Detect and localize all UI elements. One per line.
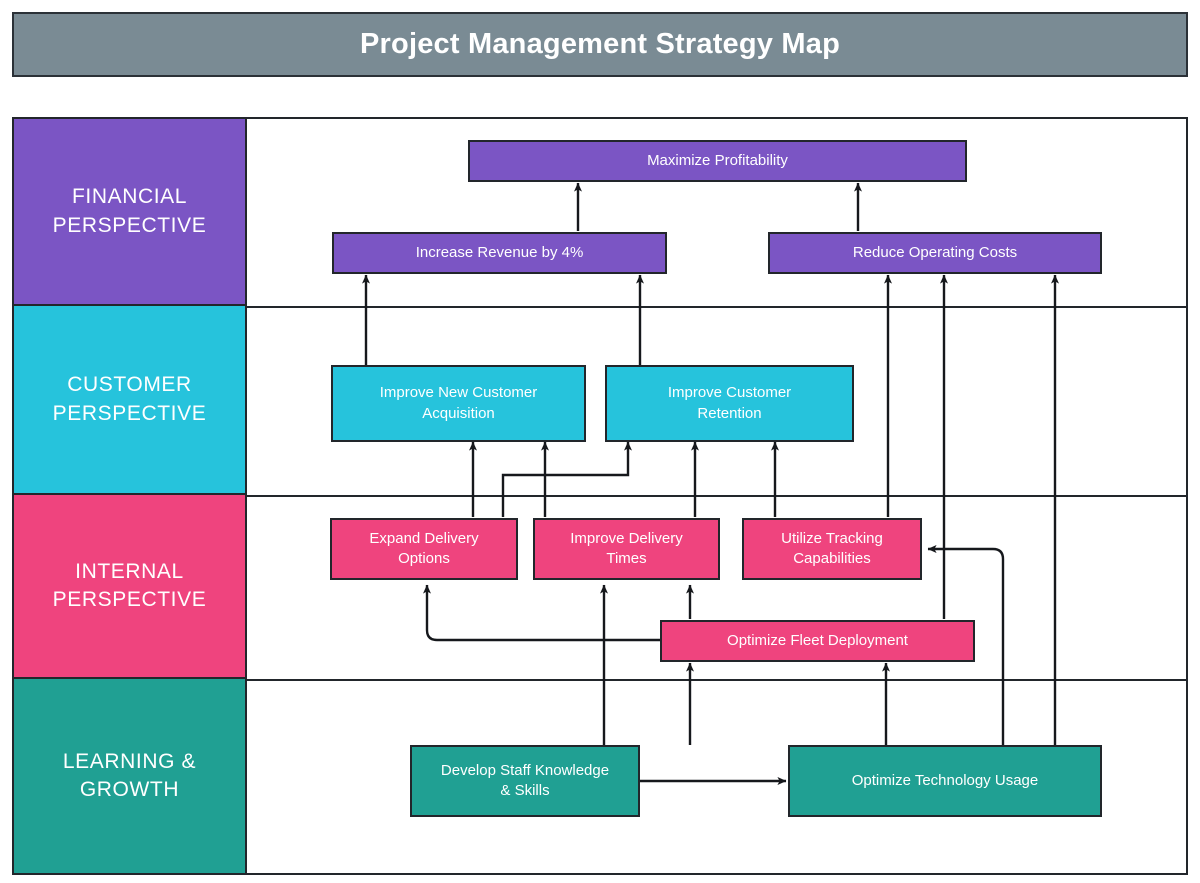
node-develop-staff-knowledge[interactable]: Develop Staff Knowledge & Skills: [410, 745, 640, 817]
node-label: Improve New Customer Acquisition: [379, 384, 538, 422]
node-label: Develop Staff Knowledge & Skills: [440, 761, 610, 799]
node-label: Increase Revenue by 4%: [415, 243, 584, 261]
node-label: Improve Customer Retention: [667, 384, 792, 422]
node-improve-new-customer-acquisition[interactable]: Improve New Customer Acquisition: [331, 365, 586, 442]
perspective-band-internal: INTERNAL PERSPECTIVE: [14, 495, 247, 679]
node-label: Improve Delivery Times: [570, 529, 683, 567]
node-label: Optimize Fleet Deployment: [727, 631, 908, 649]
perspective-label-internal: INTERNAL PERSPECTIVE: [52, 559, 207, 611]
perspective-band-learning: LEARNING & GROWTH: [14, 679, 247, 873]
node-increase-revenue[interactable]: Increase Revenue by 4%: [332, 232, 667, 274]
perspective-band-customer: CUSTOMER PERSPECTIVE: [14, 306, 247, 495]
node-reduce-operating-costs[interactable]: Reduce Operating Costs: [768, 232, 1102, 274]
perspective-band-financial: FINANCIAL PERSPECTIVE: [14, 119, 247, 306]
node-label: Optimize Technology Usage: [851, 771, 1039, 789]
node-label: Expand Delivery Options: [369, 529, 479, 567]
node-label: Utilize Tracking Capabilities: [781, 529, 883, 567]
node-improve-customer-retention[interactable]: Improve Customer Retention: [605, 365, 854, 442]
diagram-title-banner: Project Management Strategy Map: [12, 12, 1188, 77]
perspective-label-learning: LEARNING & GROWTH: [62, 749, 197, 801]
node-label: Reduce Operating Costs: [852, 243, 1018, 261]
page-title: Project Management Strategy Map: [360, 28, 840, 60]
perspective-label-financial: FINANCIAL PERSPECTIVE: [52, 185, 207, 237]
grid-divider-internal-learning: [247, 679, 1186, 681]
perspective-label-customer: CUSTOMER PERSPECTIVE: [52, 373, 207, 425]
node-optimize-fleet-deployment[interactable]: Optimize Fleet Deployment: [660, 620, 975, 662]
node-improve-delivery-times[interactable]: Improve Delivery Times: [533, 518, 720, 580]
node-expand-delivery-options[interactable]: Expand Delivery Options: [330, 518, 518, 580]
node-optimize-technology-usage[interactable]: Optimize Technology Usage: [788, 745, 1102, 817]
grid-divider-financial-customer: [247, 306, 1186, 308]
node-utilize-tracking-capabilities[interactable]: Utilize Tracking Capabilities: [742, 518, 922, 580]
grid-divider-customer-internal: [247, 495, 1186, 497]
node-maximize-profitability[interactable]: Maximize Profitability: [468, 140, 967, 182]
node-label: Maximize Profitability: [647, 151, 788, 169]
